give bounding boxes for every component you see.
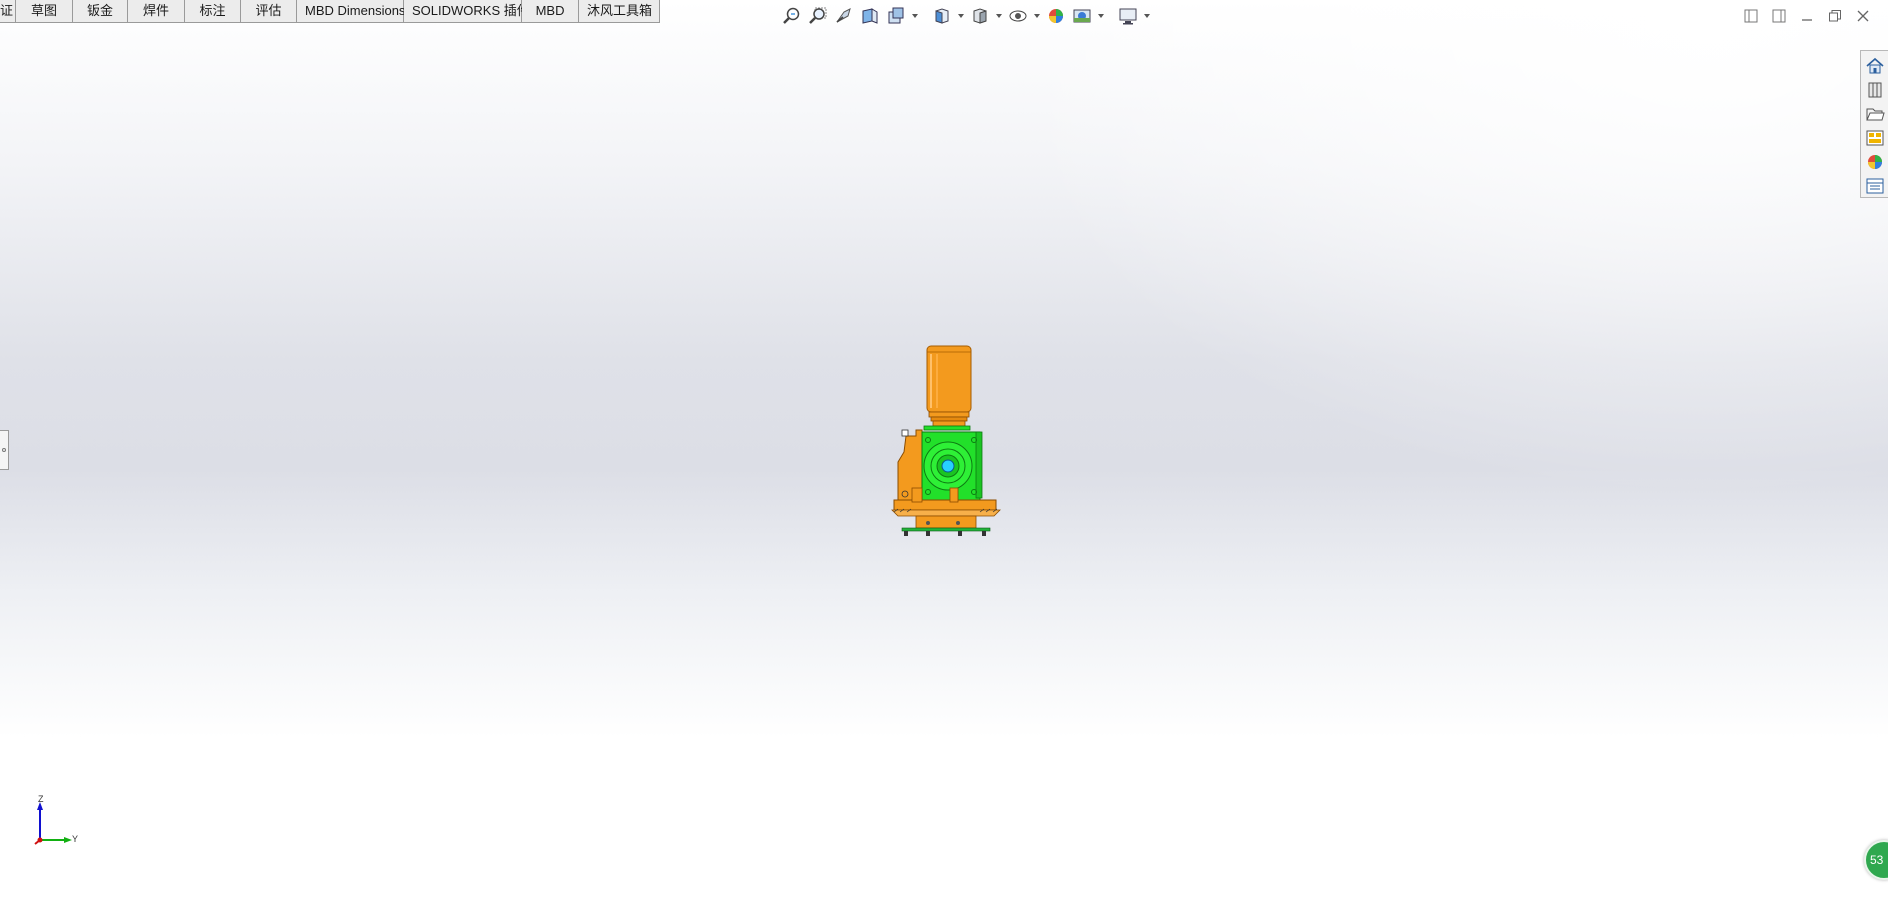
custom-properties-icon[interactable] bbox=[1863, 174, 1887, 197]
command-manager-tabs: 证 草图 钣金 焊件 标注 评估 MBD Dimensions SOLIDWOR… bbox=[0, 0, 661, 23]
tab-sheet-metal[interactable]: 钣金 bbox=[73, 0, 129, 23]
zoom-to-area-icon[interactable] bbox=[806, 4, 830, 28]
status-badge[interactable]: 53 bbox=[1864, 840, 1888, 880]
view-palette-icon[interactable] bbox=[1863, 126, 1887, 149]
view-orientation-icon[interactable] bbox=[930, 4, 954, 28]
triad-z-label: Z bbox=[38, 794, 44, 804]
hide-show-items-dropdown[interactable] bbox=[1032, 4, 1042, 28]
task-pane-tabs bbox=[1860, 50, 1888, 198]
close-icon[interactable] bbox=[1852, 6, 1874, 26]
reference-triad: Z Y bbox=[30, 794, 86, 848]
view-orientation-dropdown[interactable] bbox=[956, 4, 966, 28]
zoom-to-fit-icon[interactable] bbox=[780, 4, 804, 28]
document-window-controls bbox=[1740, 6, 1874, 26]
dynamic-annotation-icon[interactable] bbox=[884, 4, 908, 28]
tab-mbd[interactable]: MBD bbox=[522, 0, 580, 23]
edit-appearance-icon[interactable] bbox=[1044, 4, 1068, 28]
minimize-icon[interactable] bbox=[1796, 6, 1818, 26]
display-style-dropdown[interactable] bbox=[994, 4, 1004, 28]
apply-scene-icon[interactable] bbox=[1070, 4, 1094, 28]
previous-view-icon[interactable] bbox=[832, 4, 856, 28]
tab-features[interactable]: 证 bbox=[0, 0, 17, 23]
apply-scene-dropdown[interactable] bbox=[1096, 4, 1106, 28]
model-drawing bbox=[891, 345, 1001, 536]
appearances-icon[interactable] bbox=[1863, 150, 1887, 173]
view-settings-dropdown[interactable] bbox=[1142, 4, 1152, 28]
tab-evaluate[interactable]: 评估 bbox=[241, 0, 298, 23]
restore-icon[interactable] bbox=[1824, 6, 1846, 26]
section-view-icon[interactable] bbox=[858, 4, 882, 28]
tile-left-icon[interactable] bbox=[1740, 6, 1762, 26]
model-assembly[interactable] bbox=[890, 344, 1002, 556]
view-settings-icon[interactable] bbox=[1116, 4, 1140, 28]
feature-manager-expand-handle[interactable] bbox=[0, 430, 9, 470]
hide-show-items-icon[interactable] bbox=[1006, 4, 1030, 28]
tab-weldments[interactable]: 焊件 bbox=[128, 0, 186, 23]
design-library-icon[interactable] bbox=[1863, 78, 1887, 101]
file-explorer-icon[interactable] bbox=[1863, 102, 1887, 125]
display-style-icon[interactable] bbox=[968, 4, 992, 28]
tab-sketch[interactable]: 草图 bbox=[16, 0, 74, 23]
heads-up-view-toolbar bbox=[780, 4, 1152, 28]
triad-y-label: Y bbox=[72, 834, 79, 844]
dynamic-annotation-dropdown[interactable] bbox=[910, 4, 920, 28]
status-badge-text: 53 bbox=[1870, 853, 1884, 867]
tile-right-icon[interactable] bbox=[1768, 6, 1790, 26]
tab-mbd-dimensions[interactable]: MBD Dimensions bbox=[297, 0, 405, 23]
viewport-glow bbox=[988, 0, 1888, 500]
tab-mufeng-toolbox[interactable]: 沐风工具箱 bbox=[579, 0, 661, 23]
solidworks-resources-icon[interactable] bbox=[1863, 54, 1887, 77]
tab-markup[interactable]: 标注 bbox=[185, 0, 242, 23]
tab-solidworks-addins[interactable]: SOLIDWORKS 插件 bbox=[404, 0, 530, 23]
